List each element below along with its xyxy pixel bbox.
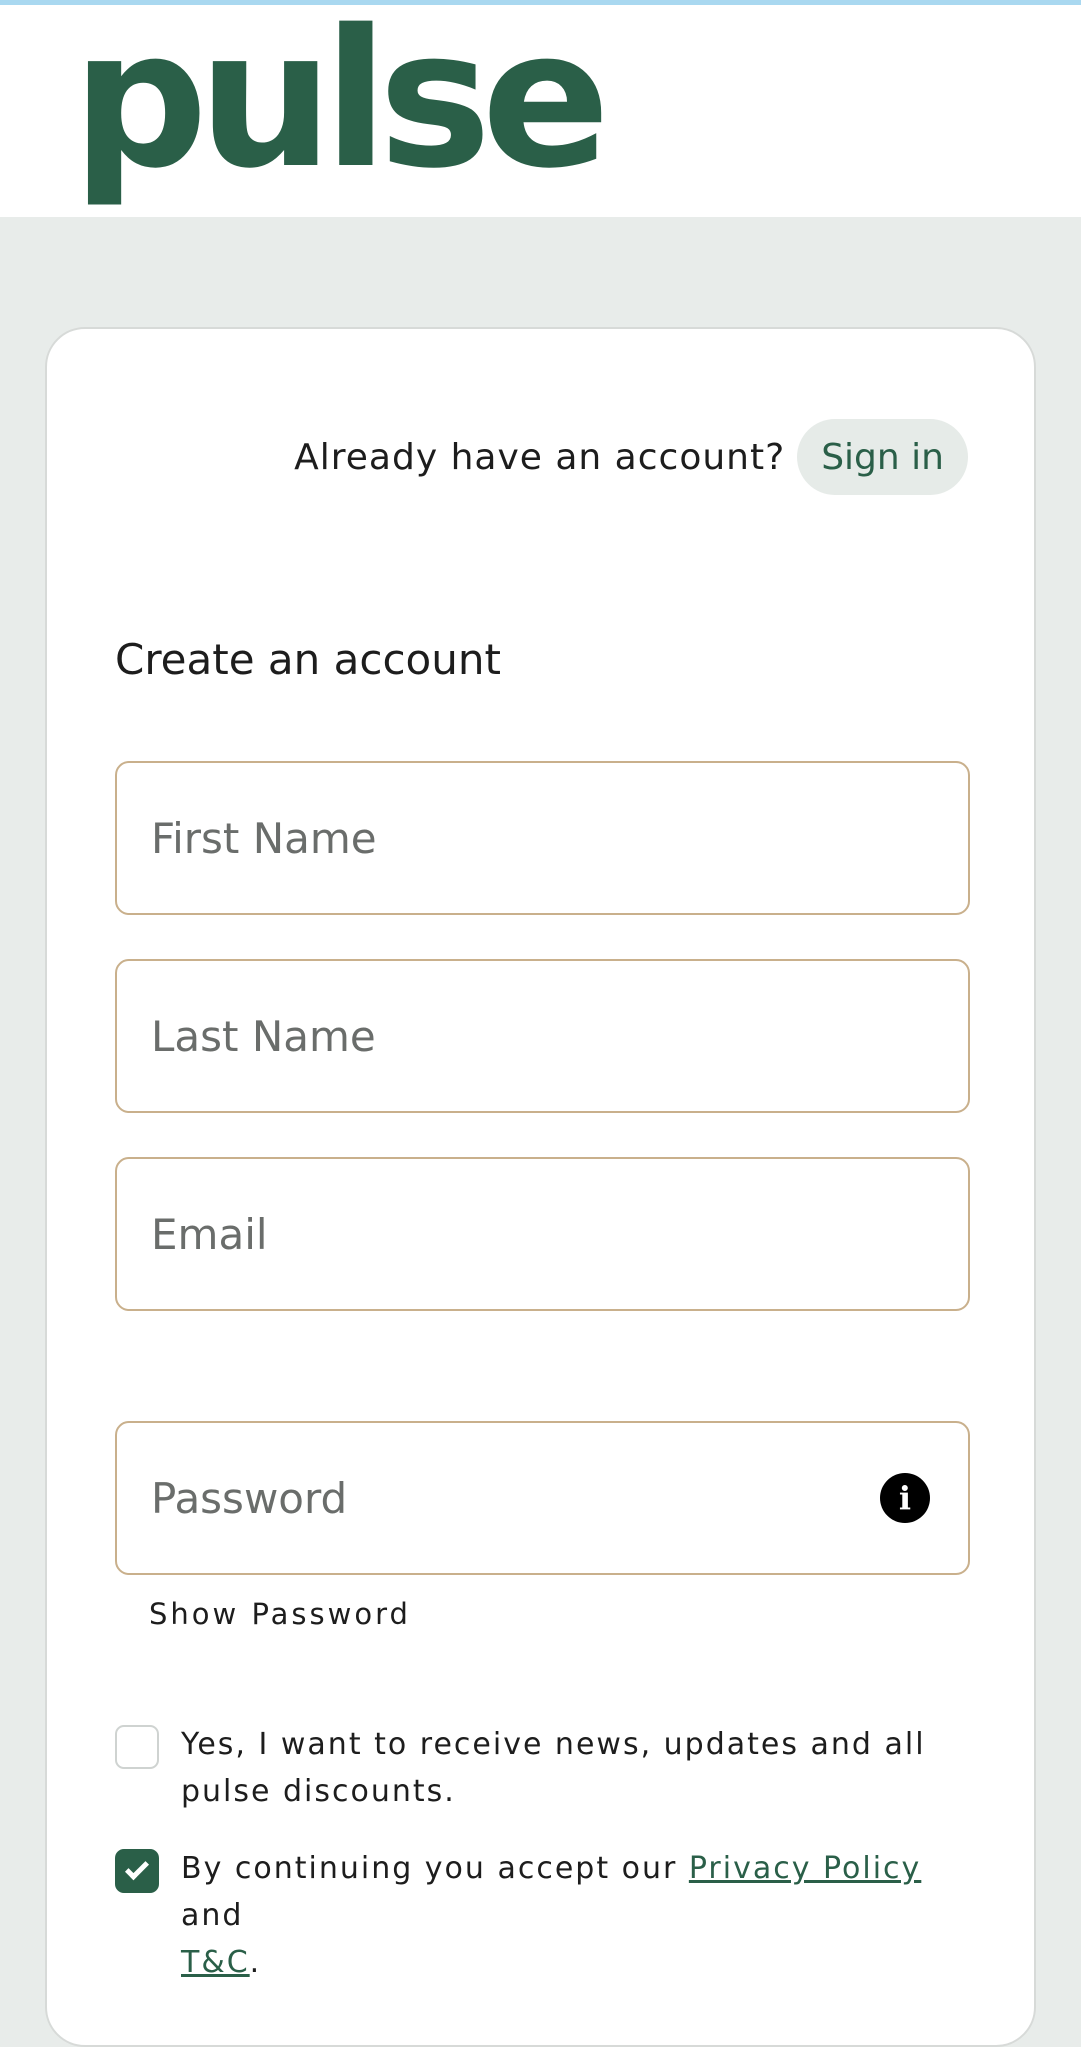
terms-middle: and (181, 1898, 244, 1933)
info-icon[interactable]: i (880, 1473, 930, 1523)
form-title: Create an account (115, 635, 501, 684)
signin-prompt-row: Already have an account? Sign in (294, 419, 968, 495)
show-password-toggle[interactable]: Show Password (149, 1597, 411, 1631)
signup-card: Already have an account? Sign in Create … (45, 327, 1036, 2047)
first-name-input[interactable] (151, 813, 968, 863)
terms-suffix: . (249, 1945, 262, 1980)
newsletter-consent-row: Yes, I want to receive news, updates and… (115, 1725, 975, 1815)
signin-button[interactable]: Sign in (797, 419, 968, 495)
signin-prompt-text: Already have an account? (294, 436, 786, 478)
terms-checkbox[interactable] (115, 1849, 159, 1893)
email-field-wrapper (115, 1157, 970, 1311)
email-input[interactable] (151, 1209, 968, 1259)
last-name-field-wrapper (115, 959, 970, 1113)
newsletter-consent-text: Yes, I want to receive news, updates and… (181, 1727, 926, 1809)
checkmark-icon (124, 1856, 150, 1881)
password-field-wrapper: i (115, 1421, 970, 1575)
pulse-logo[interactable]: pulse (72, 5, 610, 195)
newsletter-checkbox[interactable] (115, 1725, 159, 1769)
terms-consent-row: By continuing you accept our Privacy Pol… (115, 1849, 975, 1986)
password-input[interactable] (151, 1473, 968, 1523)
site-header: pulse (0, 5, 1081, 217)
terms-consent-text: By continuing you accept our Privacy Pol… (181, 1845, 975, 1986)
privacy-policy-link[interactable]: Privacy Policy (689, 1851, 921, 1886)
first-name-field-wrapper (115, 761, 970, 915)
last-name-input[interactable] (151, 1011, 968, 1061)
terms-conditions-link[interactable]: T&C (181, 1945, 250, 1980)
terms-prefix: By continuing you accept our (181, 1851, 689, 1886)
